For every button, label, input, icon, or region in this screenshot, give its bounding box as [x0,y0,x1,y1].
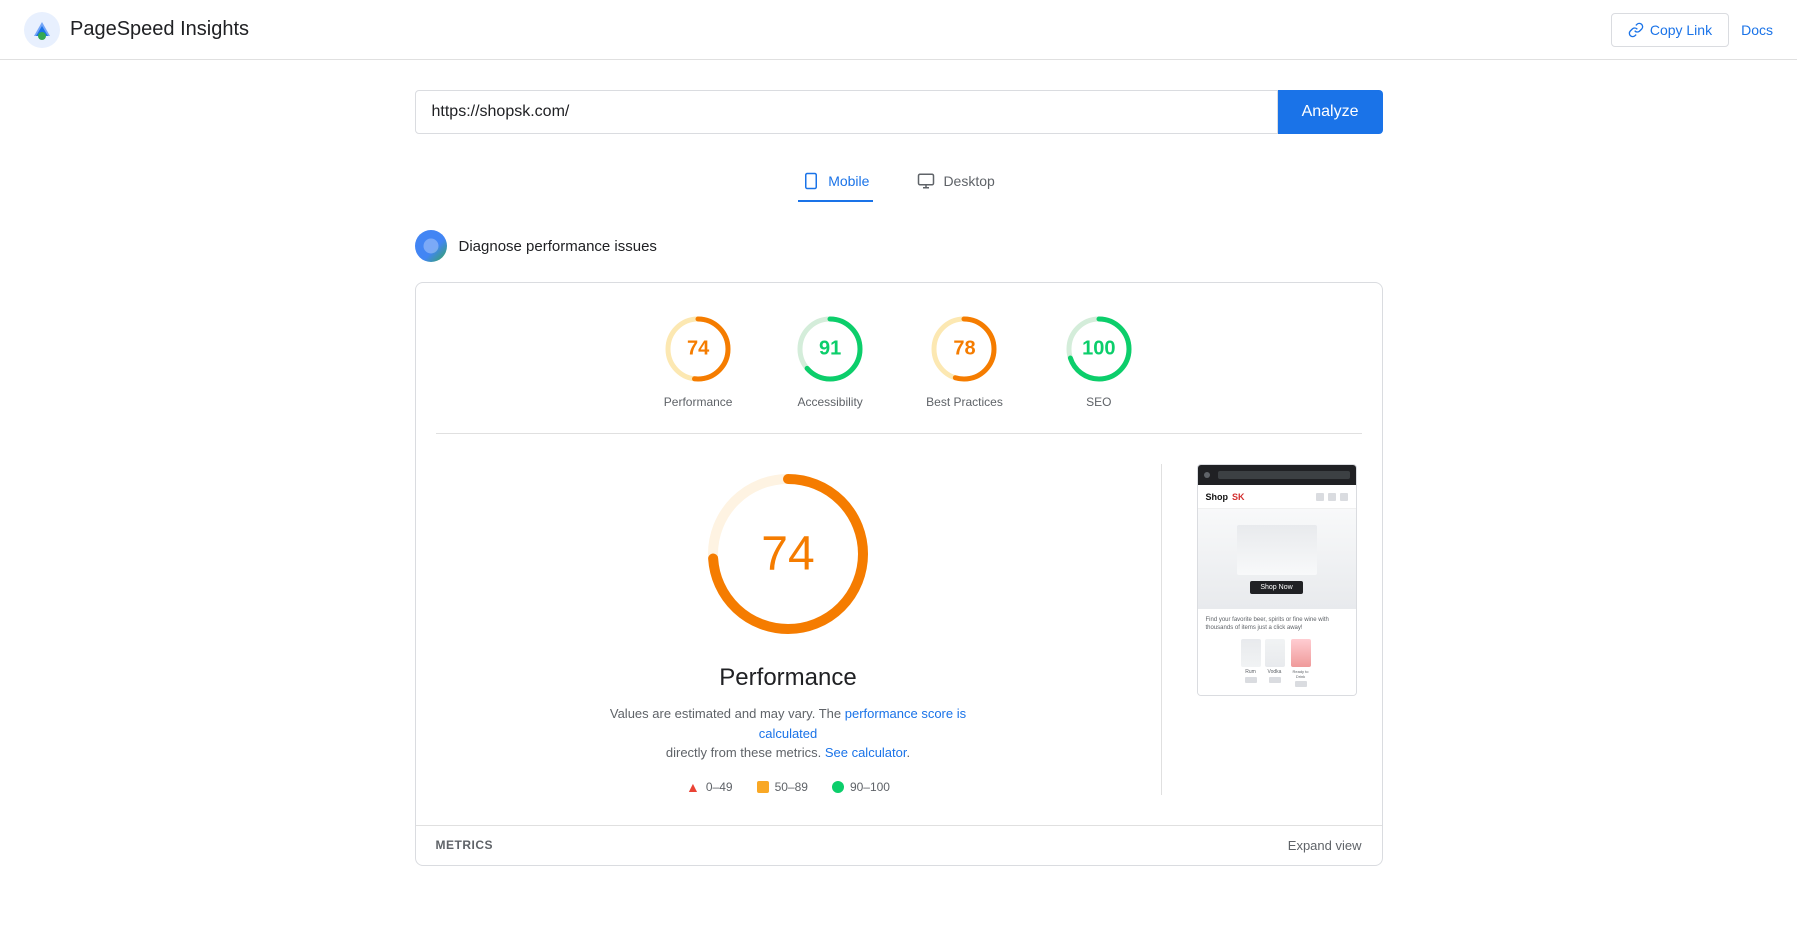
vodka-product-img [1265,639,1285,667]
app-title: PageSpeed Insights [70,18,249,41]
header-right: Copy Link Docs [1611,13,1773,47]
screenshot-tagline: Find your favorite beer, spirits or fine… [1206,617,1348,633]
website-screenshot: Shop SK [1197,464,1357,696]
big-performance-circle: 74 [698,464,878,644]
perf-desc-suffix: . [907,745,911,760]
seo-score-value: 100 [1082,338,1115,361]
screenshot-nav-icon-1 [1316,493,1324,501]
big-performance-score: 74 [761,527,814,582]
screenshot-product-row: Rum Vodka Ready to D [1206,639,1348,687]
score-item-seo[interactable]: 100 SEO [1063,313,1135,409]
performance-description: Values are estimated and may vary. The p… [588,704,988,763]
metrics-label: METRICS [436,838,494,852]
tabs-container: Mobile Desktop [415,162,1383,202]
performance-section: 74 Performance Values are estimated and … [416,434,1382,825]
tab-desktop[interactable]: Desktop [913,162,998,202]
expand-view-button[interactable]: Expand view [1288,838,1362,853]
copy-link-button[interactable]: Copy Link [1611,13,1729,47]
screenshot-nav-icon-3 [1340,493,1348,501]
legend-range-orange: 50–89 [775,780,808,794]
legend-range-red: 0–49 [706,780,733,794]
score-legend: ▲ 0–49 50–89 90–100 [686,779,890,795]
screenshot-navbar: Shop SK [1198,485,1356,509]
screenshot-dot-1 [1204,472,1210,478]
screenshot-product-rtd: Ready to Drink [1289,639,1313,687]
screenshot-products: Find your favorite beer, spirits or fine… [1198,609,1356,695]
diagnose-banner: Diagnose performance issues [415,230,1383,262]
accessibility-score-value: 91 [819,338,841,361]
legend-item-green: 90–100 [832,780,890,794]
performance-circle: 74 [662,313,734,385]
vodka-product-name: Vodka [1268,669,1282,675]
score-item-best-practices[interactable]: 78 Best Practices [926,313,1003,409]
screenshot-body: Shop SK [1198,485,1356,695]
screenshot-product-rum: Rum [1241,639,1261,687]
link-icon [1628,22,1644,38]
rum-product-name: Rum [1245,669,1256,675]
pagespeed-logo-icon [24,12,60,48]
rum-product-img [1241,639,1261,667]
best-practices-score-value: 78 [953,338,975,361]
rtd-product-name: Ready to Drink [1289,669,1313,679]
header-left: PageSpeed Insights [24,12,249,48]
desktop-icon [917,172,935,190]
screenshot-product-vodka: Vodka [1265,639,1285,687]
diagnose-text: Diagnose performance issues [459,238,657,255]
performance-left: 74 Performance Values are estimated and … [436,464,1162,795]
main-content: Analyze Mobile Desktop Diagno [399,60,1399,896]
tab-mobile[interactable]: Mobile [798,162,873,202]
orange-square-icon [757,781,769,793]
best-practices-circle: 78 [928,313,1000,385]
performance-right: Shop SK [1162,464,1362,795]
copy-link-label: Copy Link [1650,22,1712,38]
seo-circle: 100 [1063,313,1135,385]
tab-desktop-label: Desktop [943,173,994,189]
search-bar: Analyze [415,90,1383,134]
bottom-bar: METRICS Expand view [416,825,1382,865]
accessibility-score-label: Accessibility [797,395,862,409]
perf-desc-middle: directly from these metrics. [666,745,821,760]
best-practices-score-label: Best Practices [926,395,1003,409]
screenshot-cta-button: Shop Now [1250,581,1302,594]
scores-row: 74 Performance 91 Accessibility [416,283,1382,433]
url-input[interactable] [415,90,1278,134]
diagnose-icon [415,230,447,262]
performance-title: Performance [719,664,856,692]
score-item-accessibility[interactable]: 91 Accessibility [794,313,866,409]
docs-link[interactable]: Docs [1741,22,1773,38]
mobile-icon [802,172,820,190]
screenshot-hero: Shop Now [1198,509,1356,609]
seo-score-label: SEO [1086,395,1111,409]
rtd-product-img [1291,639,1311,667]
legend-range-green: 90–100 [850,780,890,794]
red-triangle-icon: ▲ [686,779,700,795]
legend-item-orange: 50–89 [757,780,808,794]
green-circle-icon [832,781,844,793]
perf-calc-link2[interactable]: See calculator [825,745,907,760]
perf-desc-prefix: Values are estimated and may vary. The [610,706,841,721]
performance-score-label: Performance [664,395,733,409]
screenshot-nav-icon-2 [1328,493,1336,501]
performance-score-value: 74 [687,338,709,361]
results-card: 74 Performance 91 Accessibility [415,282,1383,866]
header: PageSpeed Insights Copy Link Docs [0,0,1797,60]
tab-mobile-label: Mobile [828,173,869,189]
legend-item-red: ▲ 0–49 [686,779,733,795]
accessibility-circle: 91 [794,313,866,385]
screenshot-header-bar [1198,465,1356,485]
analyze-button[interactable]: Analyze [1278,90,1383,134]
score-item-performance[interactable]: 74 Performance [662,313,734,409]
screenshot-nav-icons [1316,493,1348,501]
